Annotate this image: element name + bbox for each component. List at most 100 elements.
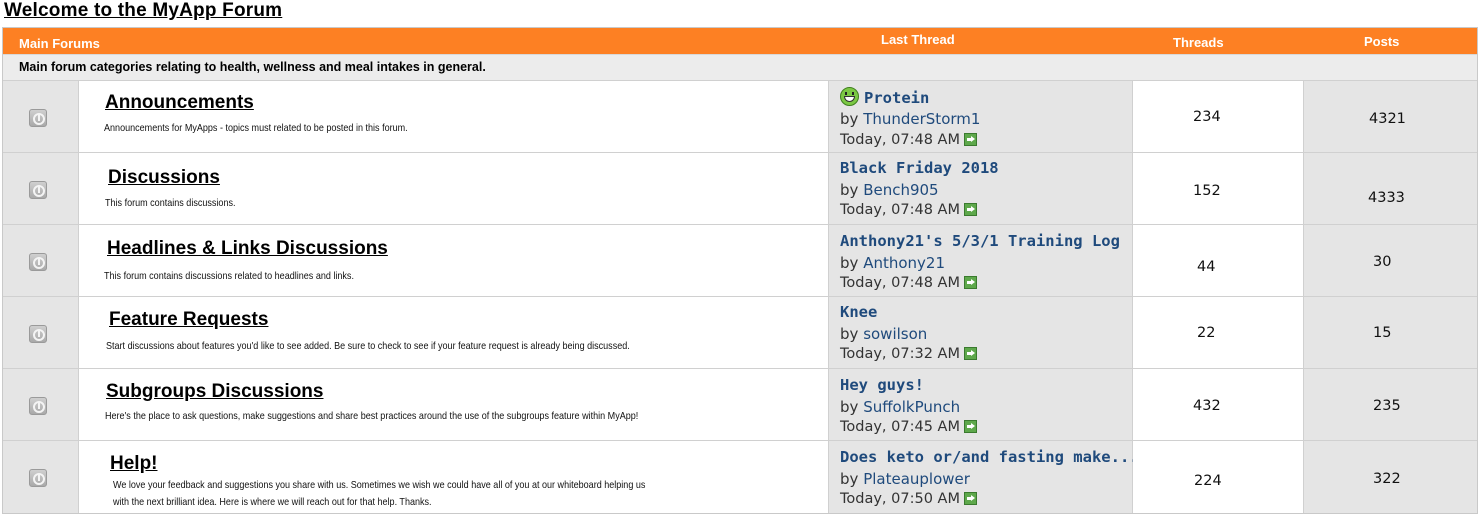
threads-cell: 224 bbox=[1133, 441, 1304, 513]
by-label: by bbox=[840, 325, 859, 343]
forum-status-icon bbox=[29, 469, 47, 487]
last-thread-time: Today, 07:48 AM bbox=[840, 202, 977, 218]
forum-row: Discussions This forum contains discussi… bbox=[3, 152, 1477, 224]
forum-cell: Announcements Announcements for MyApps -… bbox=[79, 81, 829, 152]
status-cell bbox=[3, 369, 79, 440]
status-cell bbox=[3, 81, 79, 152]
last-thread-time: Today, 07:50 AM bbox=[840, 491, 977, 507]
last-thread-author: by Plateauplower bbox=[840, 470, 970, 488]
posts-cell: 322 bbox=[1304, 441, 1477, 513]
forum-row: Help! We love your feedback and suggesti… bbox=[3, 440, 1477, 513]
author-link[interactable]: Plateauplower bbox=[863, 470, 970, 488]
go-to-last-post-icon[interactable] bbox=[963, 133, 977, 146]
last-thread-author: by Bench905 bbox=[840, 181, 939, 199]
author-link[interactable]: sowilson bbox=[863, 325, 927, 343]
by-label: by bbox=[840, 181, 859, 199]
last-thread-link[interactable]: Does keto or/and fasting make... bbox=[840, 448, 1139, 466]
forum-cell: Subgroups Discussions Here's the place t… bbox=[79, 369, 829, 440]
threads-count: 22 bbox=[1197, 325, 1216, 341]
forum-status-icon bbox=[29, 109, 47, 127]
go-to-last-post-icon[interactable] bbox=[963, 420, 977, 433]
last-thread-time: Today, 07:45 AM bbox=[840, 419, 977, 435]
last-thread-cell: Black Friday 2018 by Bench905 Today, 07:… bbox=[829, 153, 1133, 224]
go-to-last-post-icon[interactable] bbox=[963, 347, 977, 360]
last-thread-link[interactable]: Black Friday 2018 bbox=[840, 159, 999, 177]
time-text: Today, 07:45 AM bbox=[840, 419, 960, 435]
threads-count: 152 bbox=[1193, 183, 1221, 199]
status-cell bbox=[3, 441, 79, 513]
go-to-last-post-icon[interactable] bbox=[963, 203, 977, 216]
posts-count: 4333 bbox=[1368, 190, 1405, 206]
last-thread-title[interactable]: Protein bbox=[864, 89, 929, 107]
forum-cell: Help! We love your feedback and suggesti… bbox=[79, 441, 829, 513]
posts-count: 15 bbox=[1373, 325, 1392, 341]
threads-cell: 234 bbox=[1133, 81, 1304, 152]
last-thread-time: Today, 07:48 AM bbox=[840, 132, 977, 148]
forum-title-link[interactable]: Help! bbox=[110, 453, 158, 475]
time-text: Today, 07:48 AM bbox=[840, 132, 960, 148]
author-link[interactable]: SuffolkPunch bbox=[863, 398, 960, 416]
header-main-forums: Main Forums bbox=[19, 36, 100, 51]
forum-description-line-1: We love your feedback and suggestions yo… bbox=[113, 479, 646, 491]
forum-title-link[interactable]: Discussions bbox=[108, 167, 220, 189]
forum-description: This forum contains discussions related … bbox=[104, 270, 354, 282]
author-link[interactable]: ThunderStorm1 bbox=[863, 110, 980, 128]
forum-row: Feature Requests Start discussions about… bbox=[3, 296, 1477, 368]
author-link[interactable]: Bench905 bbox=[863, 181, 938, 199]
time-text: Today, 07:50 AM bbox=[840, 491, 960, 507]
time-text: Today, 07:32 AM bbox=[840, 346, 960, 362]
forum-title-link[interactable]: Headlines & Links Discussions bbox=[107, 238, 388, 260]
posts-count: 322 bbox=[1373, 471, 1401, 487]
status-cell bbox=[3, 153, 79, 224]
by-label: by bbox=[840, 254, 859, 272]
category-description: Main forum categories relating to health… bbox=[3, 54, 1477, 80]
forum-status-icon bbox=[29, 325, 47, 343]
forum-status-icon bbox=[29, 397, 47, 415]
last-thread-cell: Hey guys! by SuffolkPunch Today, 07:45 A… bbox=[829, 369, 1133, 440]
last-thread-link[interactable]: Anthony21's 5/3/1 Training Log bbox=[840, 232, 1120, 250]
threads-count: 432 bbox=[1193, 398, 1221, 414]
last-thread-time: Today, 07:48 AM bbox=[840, 275, 977, 291]
forum-title-link[interactable]: Subgroups Discussions bbox=[106, 381, 323, 403]
posts-count: 235 bbox=[1373, 398, 1401, 414]
posts-cell: 30 bbox=[1304, 225, 1477, 296]
forum-description-line-2: with the next brilliant idea. Here is wh… bbox=[113, 496, 432, 508]
last-thread-author: by Anthony21 bbox=[840, 254, 945, 272]
posts-cell: 15 bbox=[1304, 297, 1477, 368]
last-thread-author: by ThunderStorm1 bbox=[840, 110, 980, 128]
page-title: Welcome to the MyApp Forum bbox=[4, 0, 283, 21]
threads-count: 44 bbox=[1197, 259, 1216, 275]
posts-count: 4321 bbox=[1369, 111, 1406, 127]
posts-count: 30 bbox=[1373, 254, 1392, 270]
last-thread-link[interactable]: Knee bbox=[840, 303, 877, 321]
header-posts: Posts bbox=[1364, 34, 1400, 49]
forum-row: Headlines & Links Discussions This forum… bbox=[3, 224, 1477, 296]
forum-description: Start discussions about features you'd l… bbox=[106, 340, 630, 352]
by-label: by bbox=[840, 110, 859, 128]
last-thread-link[interactable]: Hey guys! bbox=[840, 376, 924, 394]
last-thread-author: by SuffolkPunch bbox=[840, 398, 960, 416]
posts-cell: 4333 bbox=[1304, 153, 1477, 224]
last-thread-cell: Anthony21's 5/3/1 Training Log by Anthon… bbox=[829, 225, 1133, 296]
threads-count: 224 bbox=[1194, 473, 1222, 489]
last-thread-cell: Does keto or/and fasting make... by Plat… bbox=[829, 441, 1139, 513]
by-label: by bbox=[840, 470, 859, 488]
threads-cell: 22 bbox=[1133, 297, 1304, 368]
last-thread-link[interactable]: Protein bbox=[840, 87, 929, 107]
author-link[interactable]: Anthony21 bbox=[863, 254, 945, 272]
time-text: Today, 07:48 AM bbox=[840, 275, 960, 291]
time-text: Today, 07:48 AM bbox=[840, 202, 960, 218]
status-cell bbox=[3, 297, 79, 368]
last-thread-cell: Knee by sowilson Today, 07:32 AM bbox=[829, 297, 1133, 368]
go-to-last-post-icon[interactable] bbox=[963, 492, 977, 505]
forum-description: Announcements for MyApps - topics must r… bbox=[104, 122, 408, 134]
go-to-last-post-icon[interactable] bbox=[963, 276, 977, 289]
forum-status-icon bbox=[29, 181, 47, 199]
forum-description: Here's the place to ask questions, make … bbox=[105, 410, 639, 422]
forum-row: Subgroups Discussions Here's the place t… bbox=[3, 368, 1477, 440]
last-thread-cell: Protein by ThunderStorm1 Today, 07:48 AM bbox=[829, 81, 1133, 152]
forum-title-link[interactable]: Feature Requests bbox=[109, 309, 268, 331]
last-thread-author: by sowilson bbox=[840, 325, 927, 343]
posts-cell: 235 bbox=[1304, 369, 1477, 440]
forum-title-link[interactable]: Announcements bbox=[105, 92, 254, 114]
